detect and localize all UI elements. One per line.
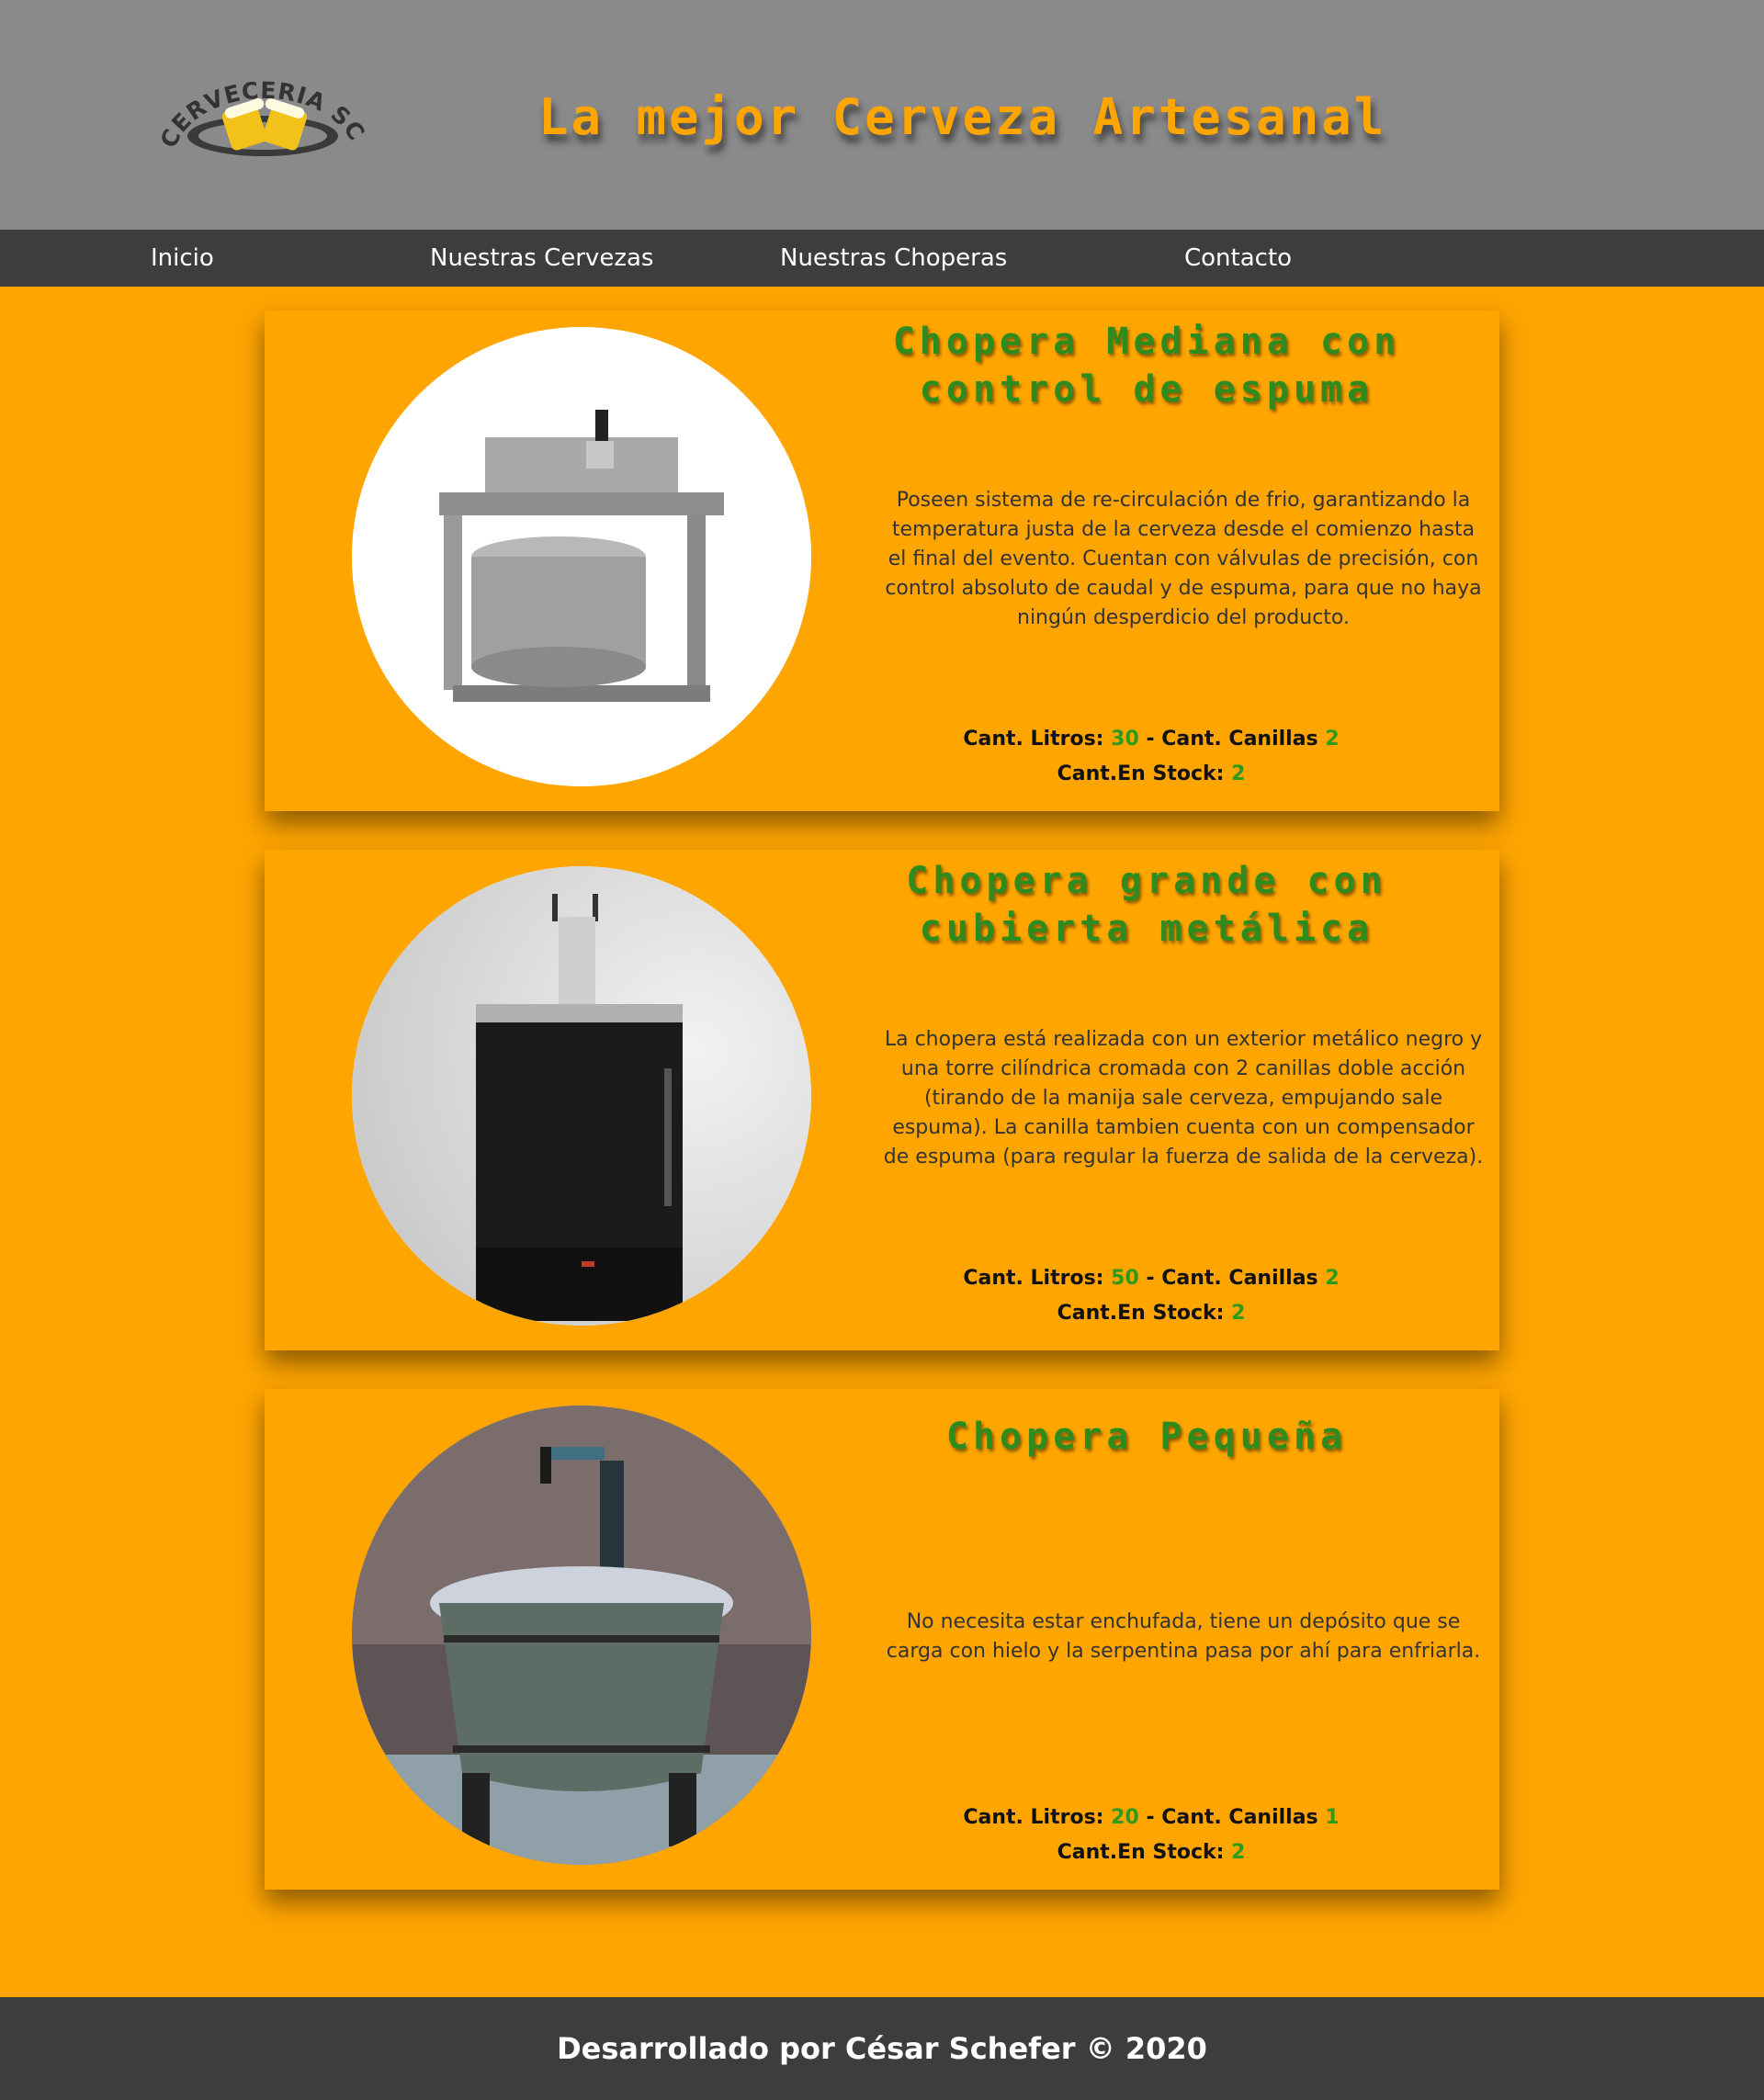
chopera-pequena-image — [352, 1406, 811, 1865]
chopera-mediana-image — [352, 327, 811, 786]
stock-value: 2 — [1231, 1302, 1246, 1325]
canillas-value: 1 — [1325, 1806, 1340, 1829]
footer-credit: Desarrollado por César Schefer © 2020 — [557, 2031, 1207, 2066]
product-image — [352, 866, 811, 1326]
product-card: Chopera Mediana con control de espuma Po… — [265, 310, 1499, 811]
site-header: CERVECERIA SCHEFER La mejor Cerveza Arte… — [0, 0, 1764, 230]
chopera-grande-image — [352, 866, 811, 1326]
main-nav: Inicio Nuestras Cervezas Nuestras Choper… — [0, 230, 1764, 287]
canillas-value: 2 — [1325, 728, 1340, 751]
product-image — [352, 327, 811, 786]
nav-link-nuestras-choperas[interactable]: Nuestras Choperas — [780, 230, 1007, 287]
product-description: No necesita estar enchufada, tiene un de… — [886, 1610, 1481, 1663]
litros-value: 30 — [1111, 728, 1139, 751]
product-specs: Cant. Litros: 30 - Cant. Canillas 2 Cant… — [963, 728, 1340, 785]
canillas-value: 2 — [1325, 1267, 1340, 1290]
product-title: Chopera Mediana con control de espuma — [892, 321, 1401, 411]
site-title: La mejor Cerveza Artesanal — [538, 88, 1387, 146]
nav-link-inicio[interactable]: Inicio — [151, 230, 214, 287]
litros-value: 20 — [1111, 1806, 1139, 1829]
product-title: Chopera Pequeña — [945, 1416, 1348, 1458]
product-specs: Cant. Litros: 20 - Cant. Canillas 1 Cant… — [963, 1806, 1340, 1864]
beer-mugs-logo-icon: CERVECERIA SCHEFER — [144, 41, 369, 156]
product-card: Chopera grande con cubierta metálica La … — [265, 850, 1499, 1350]
product-card: Chopera Pequeña No necesita estar enchuf… — [265, 1389, 1499, 1890]
brand-logo[interactable]: CERVECERIA SCHEFER — [144, 41, 375, 164]
litros-value: 50 — [1111, 1267, 1139, 1290]
product-description: La chopera está realizada con un exterio… — [883, 1028, 1484, 1169]
product-title: Chopera grande con cubierta metálica — [906, 860, 1387, 950]
product-description: Poseen sistema de re-circulación de frio… — [885, 489, 1482, 629]
nav-link-nuestras-cervezas[interactable]: Nuestras Cervezas — [430, 230, 653, 287]
site-footer: Desarrollado por César Schefer © 2020 — [0, 1997, 1764, 2100]
stock-value: 2 — [1231, 762, 1246, 785]
product-specs: Cant. Litros: 50 - Cant. Canillas 2 Cant… — [963, 1267, 1340, 1325]
product-image — [352, 1406, 811, 1865]
nav-link-contacto[interactable]: Contacto — [1184, 230, 1292, 287]
stock-value: 2 — [1231, 1841, 1246, 1864]
